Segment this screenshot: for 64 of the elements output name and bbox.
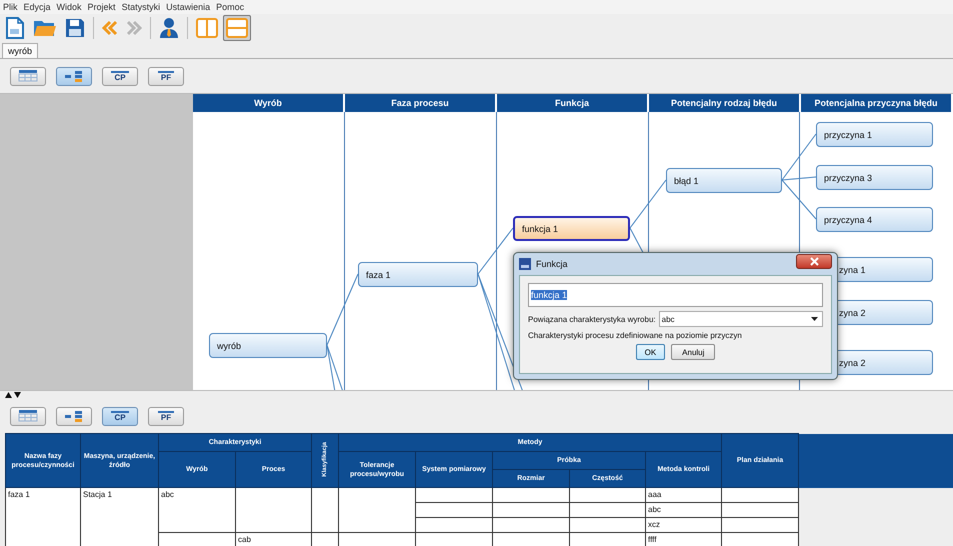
diagram-node[interactable]: wyrób xyxy=(209,333,327,358)
table-cell: ffff xyxy=(646,532,722,546)
diagram-node[interactable]: faza 1 xyxy=(358,262,478,287)
mode-button[interactable]: CP xyxy=(102,406,138,426)
diagram-node[interactable]: błąd 1 xyxy=(666,168,782,193)
table-cell: Stacja 1 xyxy=(80,488,158,546)
column-header: Faza procesu xyxy=(345,94,495,112)
mode-button[interactable]: CP xyxy=(102,66,138,86)
folder-icon xyxy=(33,18,57,38)
diagram-node[interactable]: przyczyna 4 xyxy=(816,207,933,232)
table-cell xyxy=(312,488,338,532)
tree-view-button[interactable] xyxy=(56,406,92,426)
table-cell: abc xyxy=(646,502,722,518)
dialog-title: Funkcja xyxy=(536,259,568,269)
dropdown-caret-icon xyxy=(811,317,818,321)
person-icon xyxy=(159,17,179,39)
column-header: Potencjalny rodzaj błędu xyxy=(649,94,799,112)
split-rows-icon xyxy=(226,18,248,38)
cancel-button[interactable]: Anuluj xyxy=(671,344,716,360)
mode-button[interactable]: PF xyxy=(148,66,184,86)
column-header: Funkcja xyxy=(497,94,647,112)
table-icon xyxy=(18,410,38,422)
characteristic-dropdown[interactable]: abc xyxy=(658,311,823,327)
tree-view-button[interactable] xyxy=(56,66,92,86)
diagram-node[interactable]: przyczyna 1 xyxy=(816,122,933,147)
double-chevron-left-icon xyxy=(102,20,118,36)
diagram-node[interactable]: funkcja 1 xyxy=(513,216,630,241)
mode-button[interactable]: PF xyxy=(148,406,184,426)
collapse-arrows-icon[interactable] xyxy=(5,392,21,398)
menu-item[interactable]: Edycja xyxy=(24,2,51,12)
diagram-node[interactable]: zyna 2 xyxy=(837,350,933,375)
close-icon xyxy=(810,256,818,266)
field-label: Powiązana charakterystyka wyrobu: xyxy=(528,314,656,324)
table-icon xyxy=(18,70,38,82)
menu-item[interactable]: Ustawienia xyxy=(166,2,210,12)
document-icon xyxy=(5,17,25,39)
ok-button[interactable]: OK xyxy=(636,344,666,360)
table-view-button[interactable] xyxy=(10,406,46,426)
column-header: Potencjalna przyczyna błędu xyxy=(801,94,951,112)
split-columns-icon xyxy=(196,18,218,38)
app-icon xyxy=(519,258,531,270)
table-cell: cab xyxy=(236,532,312,546)
column-header: Wyrób xyxy=(193,94,343,112)
tree-icon xyxy=(64,70,84,82)
name-field[interactable]: funkcja 1 xyxy=(528,283,823,307)
rows-view-button[interactable] xyxy=(223,15,251,41)
menu-item[interactable]: Pomoc xyxy=(216,2,244,12)
double-chevron-right-icon xyxy=(126,20,142,36)
diagram-node[interactable]: przyczyna 3 xyxy=(816,165,933,190)
tree-icon xyxy=(64,410,84,422)
info-text: Charakterystyki procesu zdefiniowane na poziomie przyczyn xyxy=(528,331,743,340)
menu-item[interactable]: Plik xyxy=(3,2,18,12)
diagram-node[interactable]: zyna 1 xyxy=(837,257,933,282)
table-cell: faza 1 xyxy=(6,488,80,546)
tab[interactable]: wyrób xyxy=(2,43,38,58)
table-cell: abc xyxy=(158,488,236,532)
close-button[interactable] xyxy=(796,254,832,268)
table-cell: aaa xyxy=(646,488,722,502)
menu-item[interactable]: Projekt xyxy=(88,2,116,12)
table-view-button[interactable] xyxy=(10,66,46,86)
table-cell: xcz xyxy=(646,518,722,532)
menu-item[interactable]: Widok xyxy=(56,2,82,12)
menu-item[interactable]: Statystyki xyxy=(122,2,160,12)
diagram-node[interactable]: zyna 2 xyxy=(837,300,933,325)
